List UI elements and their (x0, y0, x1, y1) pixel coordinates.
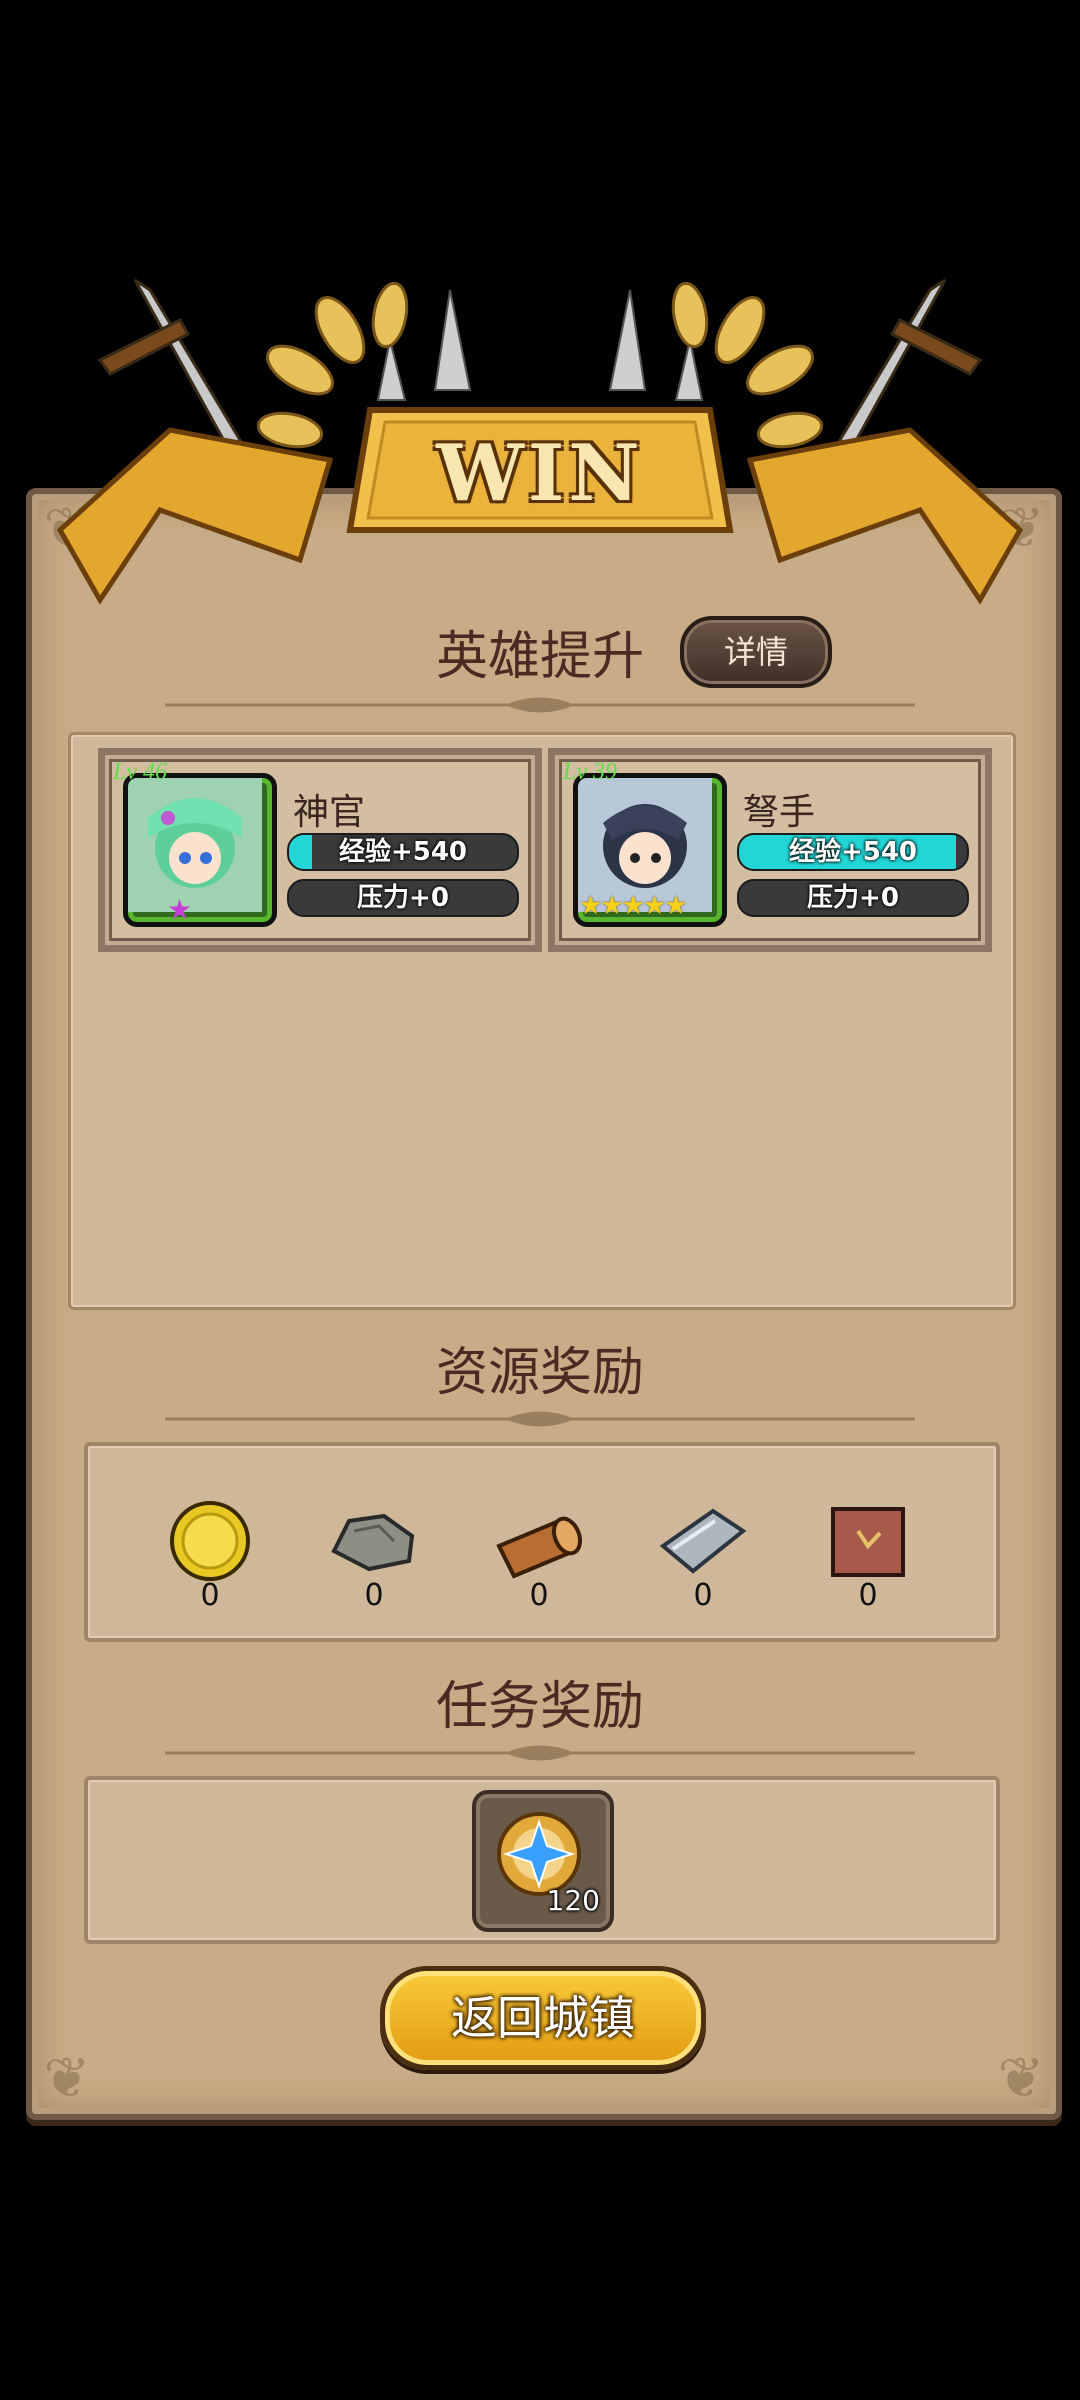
star-icon: ★★★★★ (579, 891, 688, 921)
exp-text: 经验+540 (338, 837, 468, 867)
hero-name: 弩手 (743, 792, 816, 833)
detail-button[interactable]: 详情 (680, 616, 832, 688)
spear-icon (376, 289, 704, 401)
hero-card[interactable]: Lv 46 ★ 神官 经验+540 压力+0 (98, 748, 542, 952)
resource-section-title: 资源奖励 (435, 1343, 644, 1403)
hero-portrait (123, 773, 277, 927)
stress-text: 压力+0 (357, 883, 449, 913)
hero-level: Lv 39 (563, 759, 617, 785)
exp-text: 经验+540 (788, 837, 918, 867)
resource-count: 0 (364, 1578, 384, 1613)
divider (165, 1411, 915, 1427)
priest-avatar-icon (128, 778, 262, 912)
win-title: WIN (436, 428, 644, 519)
quest-section-title: 任务奖励 (435, 1677, 644, 1737)
star-icon: ★ (167, 893, 193, 926)
hero-card[interactable]: Lv 39 ★★★★★ 弩手 经验+540 压力+0 (548, 748, 992, 952)
hero-section-title: 英雄提升 (435, 627, 644, 687)
ornament-icon: ❦ (997, 2046, 1045, 2111)
ornament-icon: ❦ (43, 2046, 91, 2111)
resource-count: 0 (858, 1578, 878, 1613)
exp-bar: 经验+540 (737, 833, 969, 871)
hero-level: Lv 46 (113, 759, 167, 785)
resource-count: 0 (200, 1578, 220, 1613)
exp-bar: 经验+540 (287, 833, 519, 871)
hero-name: 神官 (293, 792, 366, 833)
divider (165, 697, 915, 713)
stress-text: 压力+0 (807, 883, 899, 913)
resource-count: 0 (693, 1578, 713, 1613)
divider (165, 1745, 915, 1761)
resource-count: 0 (529, 1578, 549, 1613)
stress-bar: 压力+0 (287, 879, 519, 917)
stress-bar: 压力+0 (737, 879, 969, 917)
return-to-town-button[interactable]: 返回城镇 (380, 1966, 706, 2070)
quest-reward-count: 120 (546, 1884, 600, 1917)
